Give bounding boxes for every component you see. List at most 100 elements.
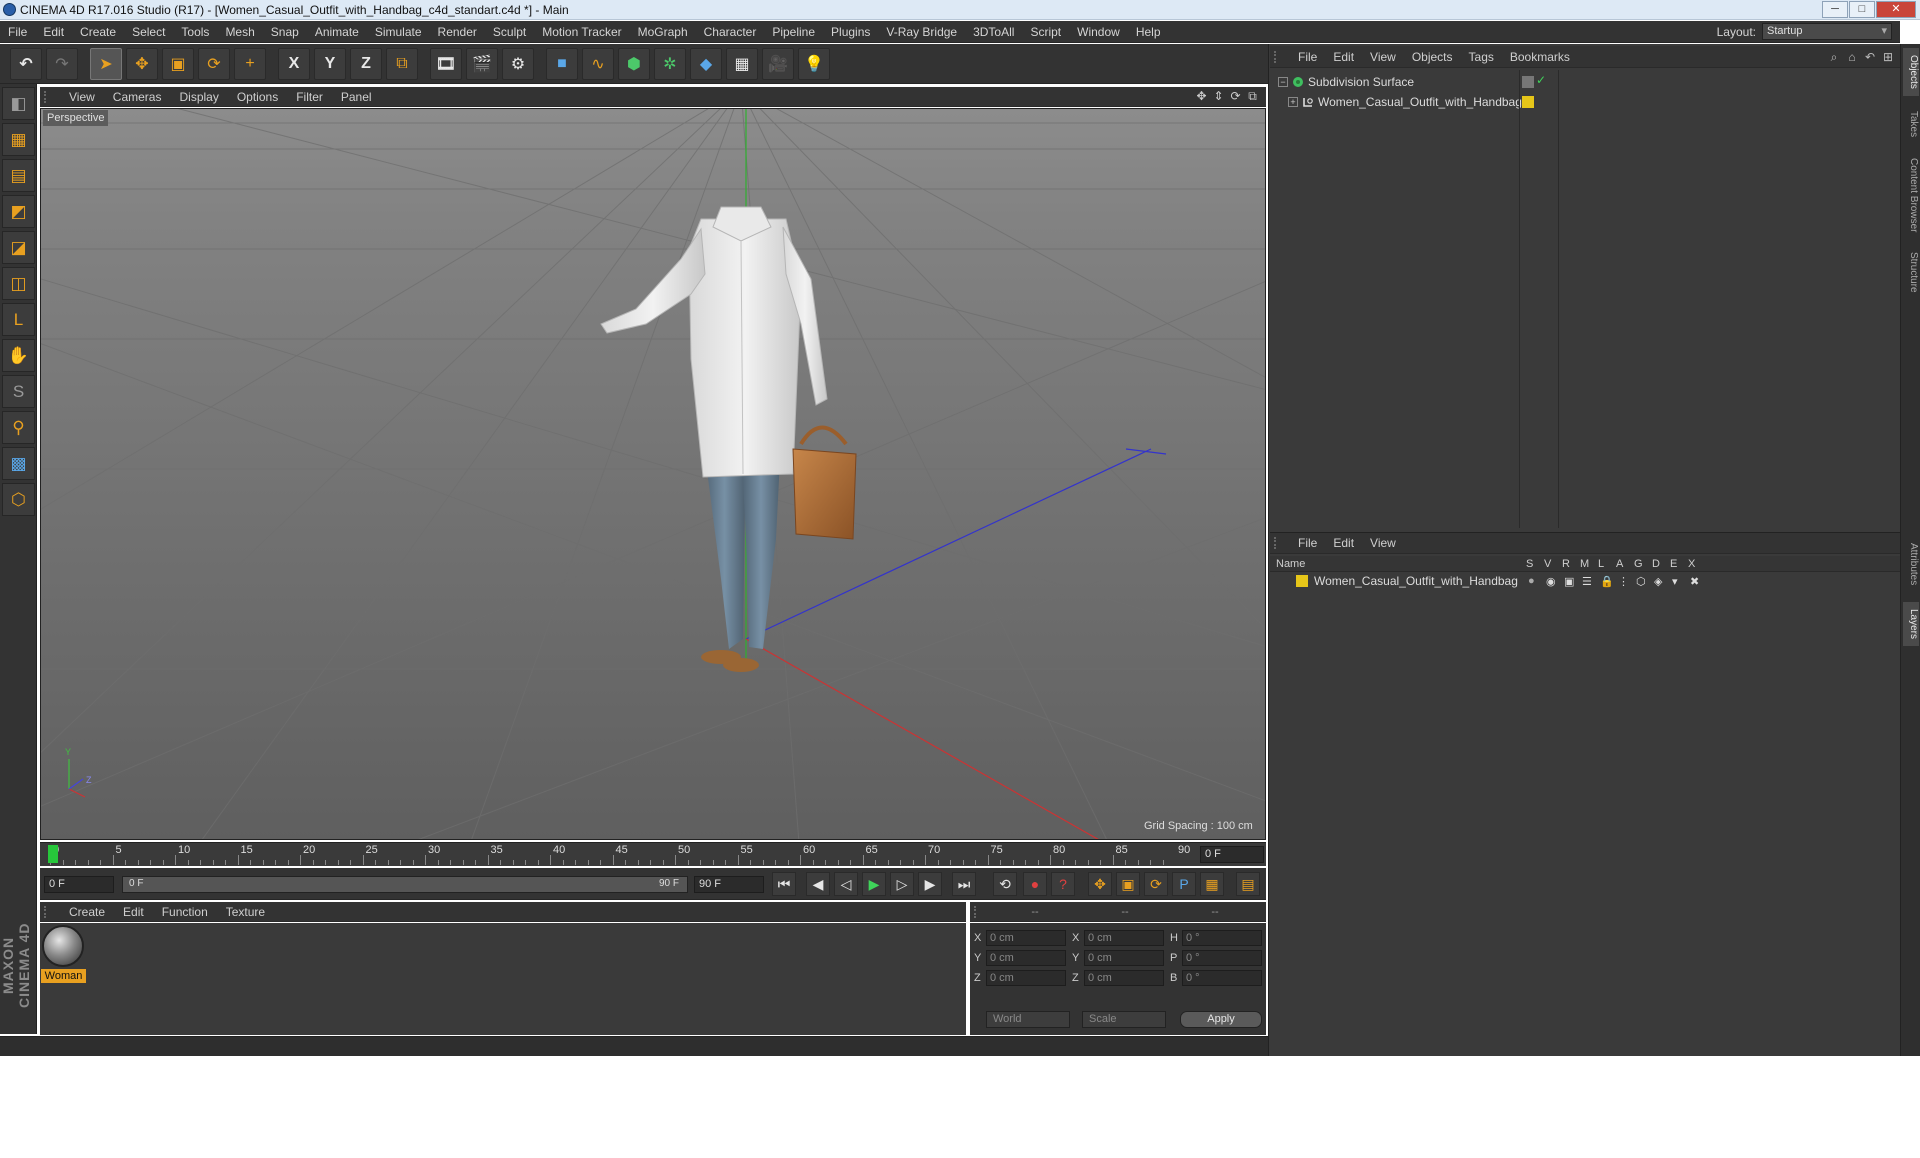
solo-mode-button[interactable]: S	[2, 375, 35, 408]
record-keys-button[interactable]: ●	[1023, 872, 1047, 896]
mograph-cloner-button[interactable]: ✲	[654, 47, 686, 80]
undo-button[interactable]: ↶	[10, 47, 42, 80]
tab-content-browser[interactable]: Content Browser	[1903, 150, 1919, 240]
size-y-field[interactable]: 0 cm	[1084, 950, 1164, 966]
tab-structure[interactable]: Structure	[1903, 244, 1919, 300]
pos-y-field[interactable]: 0 cm	[986, 950, 1066, 966]
layer-col-deformers[interactable]: D	[1652, 558, 1670, 570]
layer-menu-file[interactable]: File	[1290, 536, 1325, 550]
menu-snap[interactable]: Snap	[263, 25, 307, 39]
layer-render-icon[interactable]: ▣	[1564, 575, 1582, 588]
previous-frame-button[interactable]: ◁	[834, 872, 858, 896]
layer-col-solo[interactable]: S	[1526, 558, 1544, 570]
layer-manager-icon[interactable]: ☰	[1582, 575, 1600, 588]
coordinate-space-dropdown[interactable]: World	[986, 1011, 1070, 1028]
rot-h-field[interactable]: 0 °	[1182, 930, 1262, 946]
layer-col-locked[interactable]: L	[1598, 558, 1616, 570]
deformer-button[interactable]: ◆	[690, 47, 722, 80]
menu-mesh[interactable]: Mesh	[217, 25, 262, 39]
layer-col-view[interactable]: V	[1544, 558, 1562, 570]
apply-button[interactable]: Apply	[1180, 1011, 1262, 1028]
size-x-field[interactable]: 0 cm	[1084, 930, 1164, 946]
material-menu-edit[interactable]: Edit	[114, 905, 153, 919]
x-axis-lock-button[interactable]: X	[278, 47, 310, 80]
menu-tools[interactable]: Tools	[173, 25, 217, 39]
object-menu-edit[interactable]: Edit	[1325, 50, 1362, 64]
menu-window[interactable]: Window	[1069, 25, 1128, 39]
viewport-orbit-icon[interactable]: ⟳	[1228, 89, 1243, 104]
timeline-playhead[interactable]	[48, 845, 58, 863]
layer-expressions-icon[interactable]: ▾	[1672, 575, 1690, 588]
key-position-button[interactable]: ✥	[1088, 872, 1112, 896]
material-menu-create[interactable]: Create	[60, 905, 114, 919]
light-button[interactable]: 💡	[798, 47, 830, 80]
axis-mode-button[interactable]: ✋	[2, 339, 35, 372]
object-menu-view[interactable]: View	[1362, 50, 1404, 64]
layer-animation-icon[interactable]: ⋮	[1618, 575, 1636, 588]
viewport-menu-panel[interactable]: Panel	[332, 90, 381, 104]
nurbs-button[interactable]: ⬢	[618, 47, 650, 80]
layer-generators-icon[interactable]: ⬡	[1636, 575, 1654, 588]
viewport-toggle-layout-icon[interactable]: ⧉	[1245, 89, 1260, 104]
menu-plugins[interactable]: Plugins	[823, 25, 878, 39]
rot-p-field[interactable]: 0 °	[1182, 950, 1262, 966]
key-parameter-button[interactable]: P	[1172, 872, 1196, 896]
redo-button[interactable]: ↷	[46, 47, 78, 80]
layer-col-name[interactable]: Name	[1276, 558, 1526, 570]
select-tool-button[interactable]: ➤	[90, 47, 122, 80]
menu-render[interactable]: Render	[430, 25, 485, 39]
menu-mograph[interactable]: MoGraph	[630, 25, 696, 39]
menu-create[interactable]: Create	[72, 25, 124, 39]
viewport-menu-filter[interactable]: Filter	[287, 90, 332, 104]
menu-3dtoall[interactable]: 3DToAll	[965, 25, 1022, 39]
object-row-subdivision-surface[interactable]: − Subdivision Surface	[1272, 72, 1900, 92]
texture-mode-button[interactable]: ▤	[2, 159, 35, 192]
menu-character[interactable]: Character	[696, 25, 765, 39]
layer-col-generators[interactable]: G	[1634, 558, 1652, 570]
menu-edit[interactable]: Edit	[35, 25, 72, 39]
object-menu-file[interactable]: File	[1290, 50, 1325, 64]
timeline-ruler[interactable]: 051015202530354045505560657075808590 0 F	[40, 842, 1266, 866]
previous-key-button[interactable]: ◀	[806, 872, 830, 896]
expand-toggle[interactable]: +	[1288, 97, 1298, 107]
layer-menu-edit[interactable]: Edit	[1325, 536, 1362, 550]
layer-color-swatch[interactable]	[1296, 575, 1308, 587]
layer-deformers-icon[interactable]: ◈	[1654, 575, 1672, 588]
tab-objects[interactable]: Objects	[1903, 48, 1919, 96]
visibility-toggle-icon[interactable]	[1522, 76, 1534, 88]
viewport-camera-label[interactable]: Perspective	[43, 110, 109, 126]
render-settings-button[interactable]: ⚙	[502, 47, 534, 80]
multi-tool-button[interactable]: +	[234, 47, 266, 80]
menu-motion-tracker[interactable]: Motion Tracker	[534, 25, 629, 39]
timeline-current-frame[interactable]: 0 F	[1200, 846, 1264, 863]
menu-pipeline[interactable]: Pipeline	[764, 25, 823, 39]
next-key-button[interactable]: ▶	[918, 872, 942, 896]
menu-sculpt[interactable]: Sculpt	[485, 25, 534, 39]
scene-floor-button[interactable]: ▦	[726, 47, 758, 80]
spline-button[interactable]: ∿	[582, 47, 614, 80]
layer-color-tag-icon[interactable]	[1522, 96, 1534, 108]
key-pla-button[interactable]: ▦	[1200, 872, 1224, 896]
tab-layers[interactable]: Layers	[1903, 602, 1919, 646]
key-scale-button[interactable]: ▣	[1116, 872, 1140, 896]
menu-simulate[interactable]: Simulate	[367, 25, 430, 39]
back-icon[interactable]: ↶	[1862, 49, 1878, 65]
layer-menu-view[interactable]: View	[1362, 536, 1404, 550]
menu-script[interactable]: Script	[1022, 25, 1069, 39]
search-icon[interactable]: ⌕	[1826, 49, 1842, 65]
make-editable-button[interactable]: ◧	[2, 87, 35, 120]
scale-tool-button[interactable]: ▣	[162, 47, 194, 80]
play-button[interactable]: ▶	[862, 872, 886, 896]
layer-col-expressions[interactable]: E	[1670, 558, 1688, 570]
close-button[interactable]: ✕	[1876, 1, 1916, 18]
rot-b-field[interactable]: 0 °	[1182, 970, 1262, 986]
material-name-label[interactable]: Woman	[41, 969, 86, 983]
cube-object-button[interactable]: ■	[546, 47, 578, 80]
menu-vray-bridge[interactable]: V-Ray Bridge	[878, 25, 965, 39]
layer-xref-icon[interactable]: ✖	[1690, 575, 1708, 588]
material-menu-texture[interactable]: Texture	[217, 905, 274, 919]
edges-mode-button[interactable]: ◫	[2, 267, 35, 300]
workplane-mode-button[interactable]: ◩	[2, 195, 35, 228]
next-frame-button[interactable]: ▷	[890, 872, 914, 896]
go-to-start-button[interactable]: ⏮	[772, 872, 796, 896]
